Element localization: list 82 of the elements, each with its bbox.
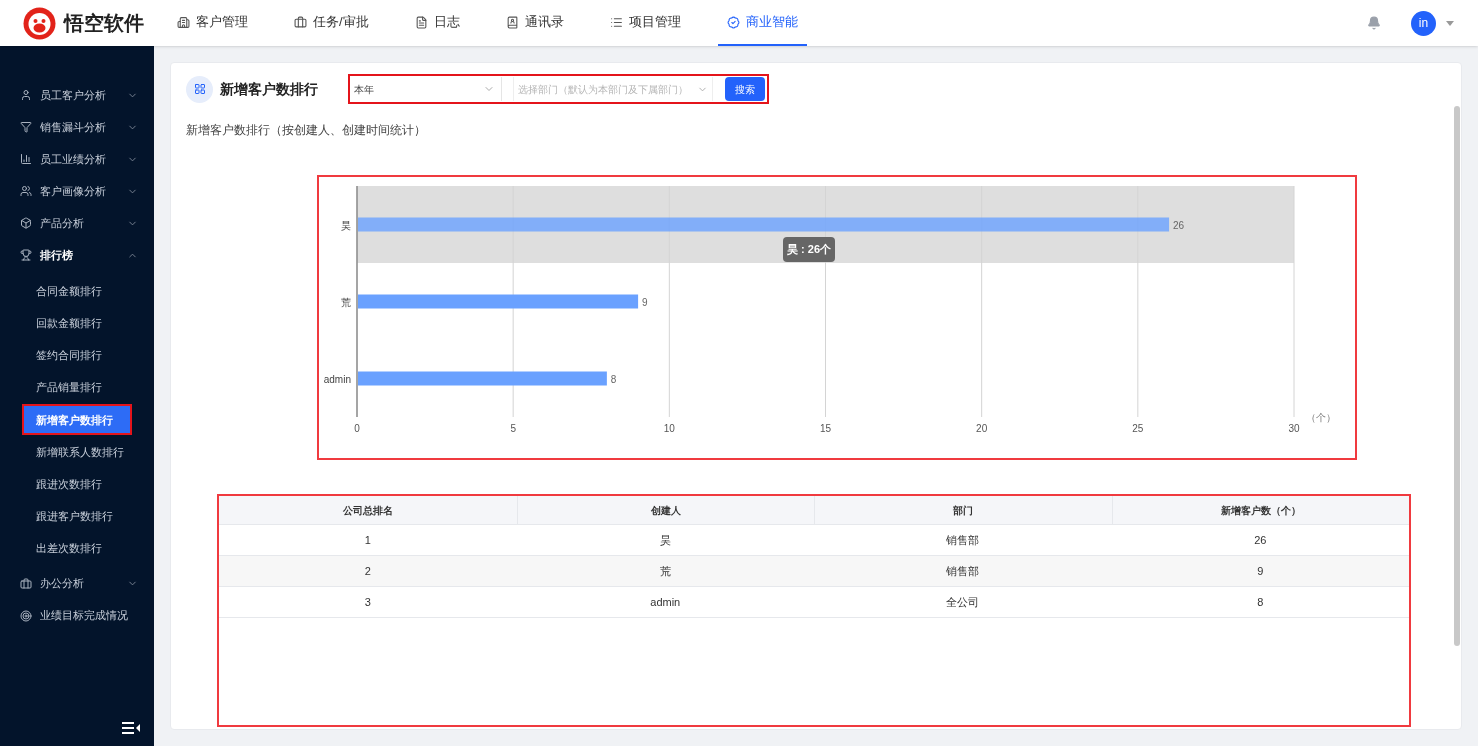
axis-unit-label: （个）	[1306, 412, 1336, 423]
briefcase-icon	[294, 15, 307, 29]
funnel-icon	[20, 121, 32, 133]
nav-tab[interactable]: 日志	[405, 0, 469, 46]
table-cell-text: 昊	[659, 532, 671, 548]
contact-book-icon	[505, 15, 519, 29]
bell-icon[interactable]	[1367, 16, 1381, 30]
briefcase-icon	[20, 577, 32, 590]
data-label: 9	[642, 296, 648, 308]
target-icon	[20, 609, 32, 622]
check-badge-icon	[726, 15, 740, 29]
sidebar-subitem[interactable]: 合同金额排行	[22, 275, 132, 307]
building-icon	[177, 15, 190, 29]
sidebar-item[interactable]: 排行榜	[0, 239, 154, 271]
collapse-menu-icon[interactable]	[122, 722, 140, 734]
bar[interactable]	[358, 371, 607, 386]
sidebar-subitem[interactable]: 产品销量排行	[22, 372, 132, 404]
users-icon	[20, 185, 32, 197]
table-cell-text: 1	[364, 532, 371, 548]
page-title: 新增客户数排行	[220, 79, 319, 99]
sidebar-item[interactable]: 销售漏斗分析	[0, 111, 154, 143]
table-cell-text: 3	[364, 594, 371, 610]
trophy-icon	[20, 249, 32, 261]
table-cell-text: 26	[1254, 532, 1267, 548]
axis-tick-label: 15	[819, 423, 832, 434]
chart-subtitle: 新增客户数排行（按创建人、创建时间统计）	[186, 122, 427, 139]
nav-tab[interactable]: 通讯录	[496, 0, 573, 46]
axis-tick-label: 20	[976, 423, 988, 434]
sidebar-subitem[interactable]: 跟进次数排行	[22, 468, 132, 500]
user-icon	[20, 89, 32, 101]
data-label: 8	[610, 373, 617, 385]
table-cell-text: 销售部	[946, 532, 980, 548]
axis-tick-label: 5	[510, 423, 516, 434]
nav-tab[interactable]: 商业智能	[717, 0, 807, 46]
list-icon	[609, 15, 623, 29]
chart-tooltip: 昊 : 26个	[783, 237, 835, 262]
table-cell-text: 荒	[659, 563, 671, 579]
monkey-logo-icon	[23, 6, 56, 40]
search-button[interactable]: 搜索	[725, 77, 765, 101]
sidebar-subitem[interactable]: 签约合同排行	[22, 339, 132, 371]
axis-tick-label: 0	[354, 423, 360, 434]
sidebar-item[interactable]: 员工客户分析	[0, 79, 154, 111]
table-cell-text: 9	[1257, 563, 1264, 579]
axis-tick-label: 10	[663, 423, 675, 434]
column-header: 部门	[953, 503, 974, 518]
bar[interactable]	[358, 294, 639, 309]
category-label: 昊	[341, 219, 351, 231]
sidebar-item[interactable]: 办公分析	[0, 567, 154, 600]
sidebar-item[interactable]: 员工业绩分析	[0, 143, 154, 175]
data-label: 26	[1173, 219, 1185, 231]
axis-tick-label: 30	[1288, 423, 1300, 434]
table-cell-text: 全公司	[946, 594, 980, 610]
period-select[interactable]: 本年	[350, 77, 502, 101]
bar-chart-icon	[20, 153, 32, 165]
nav-tab[interactable]: 项目管理	[600, 0, 690, 46]
category-label: admin	[323, 373, 351, 385]
caret-icon[interactable]	[1446, 20, 1454, 26]
grid-icon	[186, 75, 213, 103]
sidebar-item[interactable]: 业绩目标完成情况	[0, 599, 154, 632]
category-label: 荒	[341, 296, 351, 308]
sidebar-subitem[interactable]: 新增联系人数排行	[22, 436, 132, 468]
table-cell-text: admin	[650, 594, 681, 610]
sidebar-subitem[interactable]: 回款金额排行	[22, 307, 132, 339]
sidebar-subitem[interactable]: 新增客户数排行	[22, 404, 132, 436]
logo-text: 悟空软件	[64, 11, 144, 36]
user-avatar[interactable]: in	[1411, 10, 1436, 36]
nav-tab[interactable]: 任务/审批	[285, 0, 378, 46]
sidebar-subitem[interactable]: 跟进客户数排行	[22, 500, 132, 532]
column-header: 创建人	[650, 503, 681, 518]
table-cell-text: 2	[364, 563, 371, 579]
table-cell-text: 销售部	[946, 563, 980, 579]
box-icon	[20, 217, 32, 229]
axis-tick-label: 25	[1132, 423, 1144, 434]
nav-tab[interactable]: 客户管理	[168, 0, 257, 46]
document-icon	[414, 15, 428, 29]
sidebar-subitem[interactable]: 出差次数排行	[22, 533, 132, 565]
column-header: 公司总排名	[342, 503, 393, 518]
table-cell-text: 8	[1257, 594, 1264, 610]
scrollbar[interactable]	[1454, 106, 1460, 646]
sidebar-item[interactable]: 产品分析	[0, 207, 154, 239]
sidebar-item[interactable]: 客户画像分析	[0, 175, 154, 207]
column-header: 新增客户数（个）	[1220, 503, 1301, 518]
